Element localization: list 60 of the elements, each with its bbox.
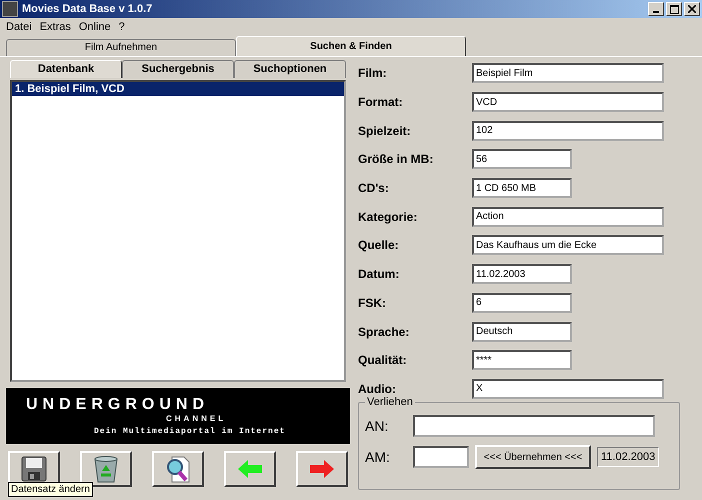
input-field[interactable]: Beispiel Film [472, 63, 664, 84]
field-label: Qualität: [358, 353, 408, 368]
close-button[interactable] [684, 2, 700, 16]
maximize-button[interactable] [666, 2, 682, 16]
toolbar-button[interactable] [224, 451, 276, 487]
input-field[interactable] [413, 415, 655, 438]
list-box[interactable]: 1. Beispiel Film, VCD [10, 80, 346, 382]
input-field[interactable]: X [472, 378, 664, 399]
date-display: 11.02.2003 [597, 447, 660, 468]
input-field[interactable]: Deutsch [472, 322, 572, 342]
input-field[interactable]: Action [472, 206, 664, 227]
app-icon [2, 1, 18, 17]
group-title: Verliehen [365, 396, 415, 408]
tab[interactable]: Suchergebnis [122, 60, 234, 78]
toolbar-button[interactable] [296, 451, 348, 487]
field-label: Film: [358, 66, 388, 80]
field-label: Datum: [358, 267, 400, 282]
input-field[interactable]: 11.02.2003 [472, 264, 572, 284]
close-icon [688, 5, 696, 13]
apply-button[interactable]: <<< Übernehmen <<< [475, 445, 591, 470]
banner-title: UNDERGROUND [25, 395, 210, 414]
input-field[interactable]: 102 [472, 120, 664, 141]
menu-item[interactable]: Extras [40, 21, 71, 33]
input-field[interactable]: 1 CD 650 MB [472, 178, 572, 198]
tab[interactable]: Suchoptionen [234, 60, 346, 78]
field-label: CD's: [358, 181, 390, 196]
field-label: Größe in MB: [358, 152, 434, 166]
tab[interactable]: Suchen & Finden [236, 36, 466, 56]
input-field[interactable]: **** [472, 350, 572, 370]
minimize-button[interactable] [648, 2, 664, 16]
tab[interactable]: Film Aufnehmen [6, 39, 236, 56]
maximize-icon [670, 4, 678, 14]
magnifier-document-icon [164, 455, 192, 483]
banner-subtitle: CHANNEL [165, 414, 228, 423]
window-title: Movies Data Base v 1.0.7 [22, 3, 154, 15]
recycle-bin-icon [93, 455, 119, 483]
field-label: Sprache: [358, 324, 410, 339]
field-label: Audio: [358, 382, 397, 396]
menu-item[interactable]: Online [78, 21, 111, 33]
input-field[interactable]: VCD [472, 92, 664, 112]
tab[interactable]: Datenbank [10, 60, 122, 78]
banner-slogan: Dein Multimediaportal im Internet [93, 426, 286, 436]
input-field[interactable]: 56 [472, 149, 572, 170]
list-item[interactable]: 1. Beispiel Film, VCD [12, 82, 344, 96]
input-field[interactable] [413, 446, 469, 468]
tooltip: Datensatz ändern [8, 482, 93, 497]
right-arrow-icon [309, 459, 335, 479]
input-field[interactable]: 6 [472, 292, 572, 313]
field-label: Kategorie: [358, 210, 418, 224]
field-label: AN: [365, 418, 390, 434]
field-label: Format: [358, 95, 404, 110]
field-label: FSK: [358, 296, 387, 310]
menu-item[interactable]: Datei [6, 21, 32, 33]
menu-item[interactable]: ? [118, 21, 125, 33]
field-label: Quelle: [358, 238, 400, 252]
field-label: Spielzeit: [358, 124, 412, 138]
input-field[interactable]: Das Kaufhaus um die Ecke [472, 235, 664, 256]
field-label: AM: [365, 449, 391, 466]
toolbar-button[interactable] [152, 451, 204, 487]
left-arrow-icon [237, 459, 263, 479]
